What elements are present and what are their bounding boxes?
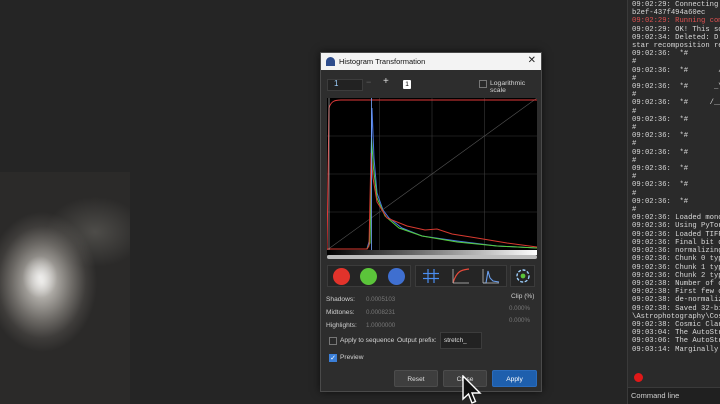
console-line: 09:02:38: Number of chu [632,279,720,288]
console-line: # [632,74,637,83]
console-line: # [632,189,637,198]
display-mode-selector [415,265,507,287]
console-line: 09:02:36: Loaded mono m [632,214,720,223]
console-line: 09:02:38: de-normalizin [632,296,720,305]
console-line: 09:02:36: Final bit dep [632,238,720,247]
zoom-value: 1 [334,79,339,88]
zoom-in-button[interactable]: + [383,76,389,87]
log-scale-label: Logarithmic scale [490,80,526,94]
shadows-label: Shadows: [326,296,355,303]
output-prefix-input[interactable]: stretch_ [440,332,482,349]
mouse-cursor-icon [462,375,482,404]
console-line: 09:02:36: Using PyTorch [632,222,720,231]
title-bar: Histogram Transformation ✕ [321,53,541,70]
console-line: 09:02:29: Connecting to [632,1,719,9]
console-line: 09:02:36: *# _\ \ [632,83,720,92]
midtones-value[interactable]: 0.0008231 [366,309,395,316]
console-line: 09:02:29: Running comma [632,17,720,26]
preview-label: Preview [340,354,364,361]
scroll-thumb[interactable] [327,255,537,259]
zoom-reset-button[interactable]: 1 [403,80,411,89]
clip-high-value: 0.000% [509,317,530,324]
console-line: b2ef-437f494a60ec [632,9,706,18]
console-line: 09:03:14: Marginally ou [632,345,719,354]
console-log: 09:02:29: Connecting tob2ef-437f494a60ec… [628,0,720,354]
curve-icon[interactable] [450,267,472,285]
clip-low-value: 0.000% [509,305,530,312]
preview-checkbox[interactable]: ✓ [329,354,337,362]
console-line: 09:02:38: First few chu [632,288,720,297]
highlights-value[interactable]: 1.0000000 [366,322,395,329]
zoom-out-button[interactable]: − [366,77,371,87]
console-line: 09:02:36: Chunk 1 type: [632,263,720,272]
log-scale-checkbox[interactable] [479,80,487,88]
apply-to-sequence-checkbox[interactable] [329,337,337,345]
auto-stretch-icon[interactable] [510,265,535,287]
console-line: # [632,58,637,67]
red-channel-button[interactable] [333,267,351,285]
console-panel: 09:02:29: Connecting tob2ef-437f494a60ec… [627,0,720,404]
channel-selector [327,265,411,287]
apply-button[interactable]: Apply [492,370,537,387]
console-line: # [632,124,637,133]
green-channel-button[interactable] [360,267,378,285]
console-line: 09:03:06: The AutoStret [632,337,720,346]
console-line: # [632,173,637,182]
console-line: 09:02:36: Chunk 2 type: [632,271,720,280]
clip-label: Clip (%) [511,293,535,300]
console-line: 09:02:36: *# / _ [632,66,720,75]
console-line: 09:02:29: OK! This scri [632,25,720,34]
console-line: # [632,140,637,149]
highlights-label: Highlights: [326,322,357,329]
dialog-title: Histogram Transformation [339,57,426,66]
screen: 09:02:29: Connecting tob2ef-437f494a60ec… [0,0,720,404]
grid-icon[interactable] [420,267,442,285]
console-line: 09:03:04: The AutoStret [632,329,720,338]
astro-image-preview [0,172,130,404]
zoom-input[interactable]: 1 [327,79,363,91]
midtones-label: Midtones: [326,309,355,316]
app-icon [326,57,335,66]
output-prefix-label: Output prefix: [397,337,437,344]
console-line: 09:02:36: *# [632,165,689,174]
console-line: # [632,206,637,215]
close-icon[interactable]: ✕ [528,55,536,66]
console-line: 09:02:36: *# [632,181,689,190]
console-line: # [632,107,637,116]
console-line: 09:02:36: *# __ [632,50,689,59]
console-line: 09:02:36: *# [632,132,689,141]
console-line: # [632,156,637,165]
console-line: 09:02:36: *# [632,197,689,206]
shadows-value[interactable]: 0.0005103 [366,296,395,303]
console-line: # [632,91,637,100]
console-line: 09:02:36: Chunk 0 type: [632,255,720,264]
console-line: 09:02:36: *# /___/ [632,99,720,108]
console-line: 09:02:36: *# [632,148,689,157]
histogram-toolbar: 1 − + 1 Logarithmic scale [327,76,537,94]
console-line: 09:02:36: *# [632,115,689,124]
console-line: 09:02:38: Saved 32-bit [632,304,720,313]
histogram-icon[interactable] [480,267,502,285]
console-line: 09:02:34: Deleted: D:\A [632,33,720,42]
command-line-label: Command line [628,387,720,404]
histogram-plot[interactable] [327,98,537,250]
blue-channel-button[interactable] [387,267,405,285]
console-line: star recomposition resu [632,42,720,51]
histogram-dialog: Histogram Transformation ✕ 1 − + 1 Logar… [320,52,542,392]
console-line: 09:02:36: Loaded TIFF i [632,230,720,239]
console-line: 09:02:38: Cosmic Clarit [632,320,720,329]
apply-to-sequence-label: Apply to sequence [340,337,395,344]
reset-button[interactable]: Reset [394,370,438,387]
console-line: 09:02:36: normalizing l [632,247,720,256]
console-line: \Astrophotography\Cosmi [632,312,720,321]
stop-icon[interactable] [634,373,643,382]
